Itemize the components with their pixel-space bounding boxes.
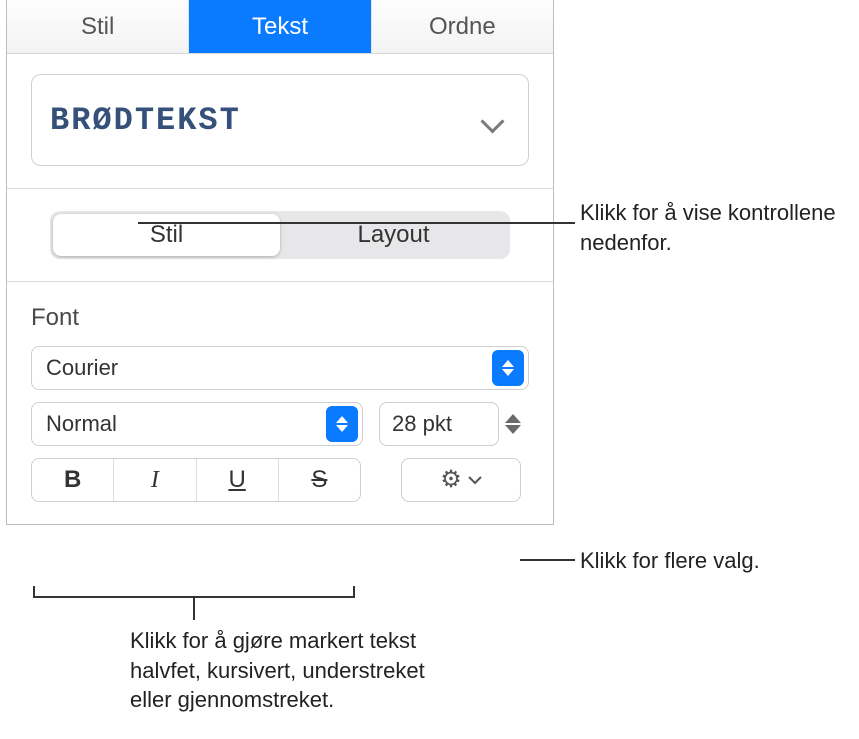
gear-icon: ⚙ [440,468,462,492]
underline-glyph: U [228,466,245,494]
paragraph-style-label: BRØDTEKST [50,102,241,139]
paragraph-style-popup[interactable]: BRØDTEKST [31,74,529,166]
font-weight-select[interactable]: Normal [31,402,363,446]
font-size-value: 28 pkt [392,411,452,437]
segment-layout-label: Layout [357,221,429,249]
italic-button[interactable]: I [113,459,195,501]
strikethrough-button[interactable]: S [278,459,360,501]
advanced-font-options-button[interactable]: ⚙ [401,458,521,502]
callout-bracket [33,586,355,598]
updown-arrows-icon [492,350,524,386]
format-panel: Stil Tekst Ordne BRØDTEKST Stil Layout F… [6,0,554,525]
font-size-control: 28 pkt [379,402,529,446]
font-weight-size-row: Normal 28 pkt [31,402,529,446]
stil-layout-segmented: Stil Layout [50,211,510,259]
divider [7,188,553,189]
callout-leader [138,222,575,224]
callout-segmented: Klikk for å vise kontrollene nedenfor. [580,198,850,257]
updown-arrows-icon [326,406,358,442]
font-size-field[interactable]: 28 pkt [379,402,499,446]
italic-glyph: I [151,467,159,494]
bold-button[interactable]: B [32,459,113,501]
segment-layout[interactable]: Layout [280,214,507,256]
font-family-value: Courier [46,355,484,381]
font-style-row: B I U S ⚙ [31,458,529,502]
chevron-down-icon [468,475,482,485]
chevron-down-icon [482,113,504,127]
segment-stil[interactable]: Stil [53,214,280,256]
font-style-group: B I U S [31,458,361,502]
tab-stil[interactable]: Stil [7,0,188,53]
tab-ordne-label: Ordne [429,13,496,41]
font-size-stepper[interactable] [505,402,529,446]
stepper-down-icon [505,425,521,434]
font-weight-value: Normal [46,411,318,437]
strike-glyph: S [311,466,327,494]
tab-tekst-label: Tekst [252,13,308,41]
stepper-up-icon [505,414,521,423]
callout-gear: Klikk for flere valg. [580,546,850,576]
callout-bius: Klikk for å gjøre markert tekst halvfet,… [130,626,460,715]
divider [7,281,553,282]
tab-ordne[interactable]: Ordne [371,0,553,53]
segment-stil-label: Stil [150,221,183,249]
underline-button[interactable]: U [196,459,278,501]
font-family-select[interactable]: Courier [31,346,529,390]
bold-glyph: B [64,466,81,494]
font-section-label: Font [31,304,529,332]
tab-stil-label: Stil [81,13,114,41]
callout-leader [520,559,575,561]
tab-tekst[interactable]: Tekst [188,0,370,53]
panel-body: BRØDTEKST Stil Layout Font Courier Norma… [7,54,553,524]
inspector-tabs: Stil Tekst Ordne [7,0,553,54]
